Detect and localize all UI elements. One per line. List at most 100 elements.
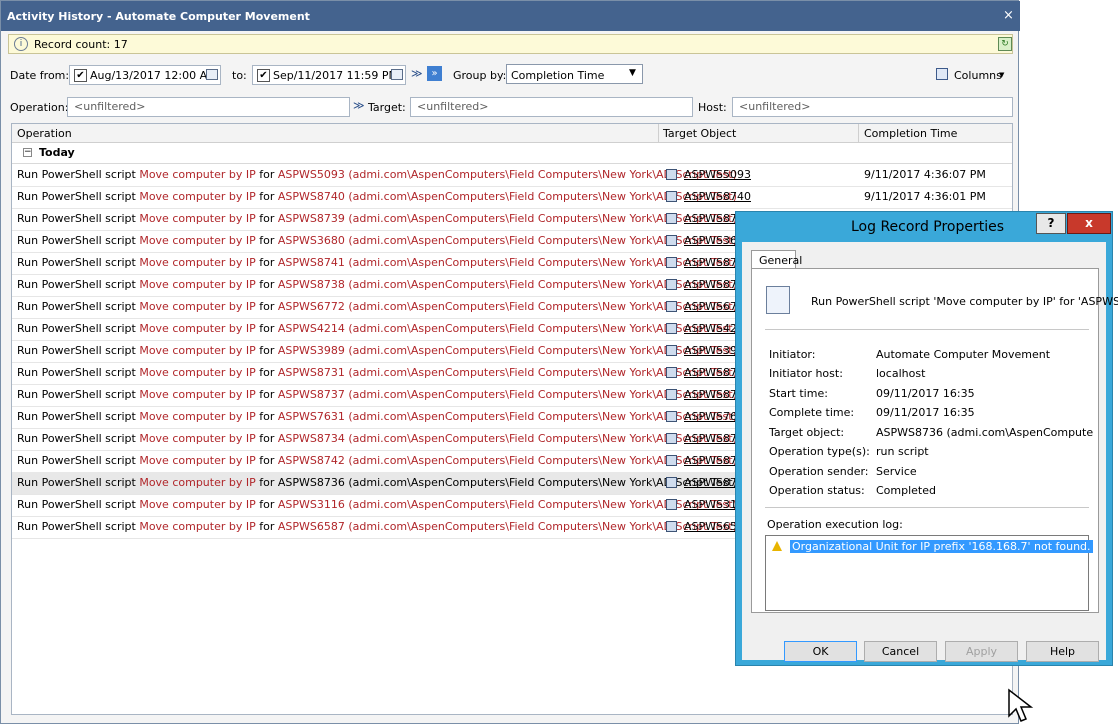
operation-for: for xyxy=(255,168,278,181)
host-filter-input[interactable]: <unfiltered> xyxy=(732,97,1013,117)
computer-icon xyxy=(666,477,677,488)
script-name: Move computer by IP xyxy=(139,520,256,533)
computer-icon xyxy=(666,499,677,510)
columns-icon[interactable] xyxy=(936,68,948,80)
operation-prefix: Run PowerShell script xyxy=(17,300,140,313)
operation-cell: Run PowerShell script Move computer by I… xyxy=(17,168,737,181)
column-header-operation[interactable]: Operation xyxy=(17,127,72,140)
operation-cell: Run PowerShell script Move computer by I… xyxy=(17,476,737,489)
computer-icon xyxy=(666,411,677,422)
date-to-label: to: xyxy=(232,69,247,82)
column-header-target-object[interactable]: Target Object xyxy=(663,127,736,140)
script-name: Move computer by IP xyxy=(139,190,256,203)
operation-cell: Run PowerShell script Move computer by I… xyxy=(17,256,737,269)
group-by-label: Group by: xyxy=(453,69,507,82)
target-filter-input[interactable]: <unfiltered> xyxy=(410,97,693,117)
prop-label-operation-status: Operation status: xyxy=(769,484,865,497)
computer-icon xyxy=(666,235,677,246)
computer-icon xyxy=(666,345,677,356)
expand-filters-icon[interactable]: ≫ xyxy=(353,99,365,112)
calendar-icon[interactable] xyxy=(206,69,218,80)
operation-prefix: Run PowerShell script xyxy=(17,366,140,379)
execution-log-message[interactable]: Organizational Unit for IP prefix '168.1… xyxy=(790,540,1093,553)
operation-cell: Run PowerShell script Move computer by I… xyxy=(17,278,737,291)
columns-button[interactable]: Columns xyxy=(954,69,1002,82)
operation-for: for xyxy=(255,454,278,467)
script-name: Move computer by IP xyxy=(139,476,256,489)
group-by-select[interactable]: Completion Time ▼ xyxy=(506,64,643,84)
table-row[interactable]: Run PowerShell script Move computer by I… xyxy=(12,164,1012,187)
operation-prefix: Run PowerShell script xyxy=(17,476,140,489)
date-from-checkbox[interactable]: ✔ xyxy=(74,69,87,82)
date-from-picker[interactable]: ✔ Aug/13/2017 12:00 AM xyxy=(69,65,221,85)
operation-cell: Run PowerShell script Move computer by I… xyxy=(17,234,737,247)
operation-prefix: Run PowerShell script xyxy=(17,256,140,269)
operation-for: for xyxy=(255,212,278,225)
collapse-icon[interactable]: − xyxy=(23,148,32,157)
column-divider[interactable] xyxy=(658,124,659,142)
title-bar: Activity History - Automate Computer Mov… xyxy=(1,1,1020,31)
help-icon[interactable]: ? xyxy=(1036,213,1066,234)
prop-value-complete-time: 09/11/2017 16:35 xyxy=(876,406,975,419)
record-count-text: Record count: 17 xyxy=(34,38,128,51)
cancel-button[interactable]: Cancel xyxy=(864,641,937,662)
column-divider[interactable] xyxy=(858,124,859,142)
apply-filter-icon[interactable]: » xyxy=(427,66,442,81)
close-icon[interactable]: × xyxy=(1003,8,1014,23)
calendar-icon[interactable] xyxy=(391,69,403,80)
operation-for: for xyxy=(255,366,278,379)
group-row-today[interactable]: − Today xyxy=(12,142,1012,164)
group-label: Today xyxy=(39,146,75,159)
operation-filter-input[interactable]: <unfiltered> xyxy=(67,97,350,117)
operation-cell: Run PowerShell script Move computer by I… xyxy=(17,410,737,423)
tab-general[interactable]: General xyxy=(751,250,802,269)
log-record-icon xyxy=(766,286,790,314)
script-name: Move computer by IP xyxy=(139,278,256,291)
divider xyxy=(765,329,1089,330)
expand-filters-icon[interactable]: ≫ xyxy=(411,67,423,80)
operation-prefix: Run PowerShell script xyxy=(17,432,140,445)
ok-button[interactable]: OK xyxy=(784,641,857,662)
computer-icon xyxy=(666,213,677,224)
script-name: Move computer by IP xyxy=(139,322,256,335)
operation-prefix: Run PowerShell script xyxy=(17,168,140,181)
prop-label-start-time: Start time: xyxy=(769,387,828,400)
operation-for: for xyxy=(255,498,278,511)
script-name: Move computer by IP xyxy=(139,300,256,313)
date-to-checkbox[interactable]: ✔ xyxy=(257,69,270,82)
computer-icon xyxy=(666,169,677,180)
operation-for: for xyxy=(255,322,278,335)
divider xyxy=(765,507,1089,508)
computer-icon xyxy=(666,455,677,466)
computer-icon xyxy=(666,257,677,268)
help-button[interactable]: Help xyxy=(1026,641,1099,662)
target-object-link[interactable]: ASPWS8740 xyxy=(684,190,751,203)
date-to-value: Sep/11/2017 11:59 PM xyxy=(273,69,398,82)
operation-for: for xyxy=(255,388,278,401)
prop-value-initiator: Automate Computer Movement xyxy=(876,348,1051,361)
script-name: Move computer by IP xyxy=(139,366,256,379)
operation-cell: Run PowerShell script Move computer by I… xyxy=(17,322,737,335)
target-object-link[interactable]: ASPWS5093 xyxy=(684,168,751,181)
operation-prefix: Run PowerShell script xyxy=(17,278,140,291)
refresh-icon[interactable]: ↻ xyxy=(998,37,1012,51)
close-icon[interactable]: x xyxy=(1067,213,1111,234)
dialog-title: Log Record Properties xyxy=(851,219,1005,235)
script-name: Move computer by IP xyxy=(139,498,256,511)
prop-label-initiator-host: Initiator host: xyxy=(769,367,843,380)
table-row[interactable]: Run PowerShell script Move computer by I… xyxy=(12,186,1012,209)
operation-cell: Run PowerShell script Move computer by I… xyxy=(17,432,737,445)
script-name: Move computer by IP xyxy=(139,256,256,269)
operation-cell: Run PowerShell script Move computer by I… xyxy=(17,454,737,467)
operation-prefix: Run PowerShell script xyxy=(17,344,140,357)
operation-for: for xyxy=(255,476,278,489)
execution-log-box[interactable]: Organizational Unit for IP prefix '168.1… xyxy=(765,535,1093,611)
column-header-completion-time[interactable]: Completion Time xyxy=(864,127,957,140)
apply-button[interactable]: Apply xyxy=(945,641,1018,662)
prop-label-operation-types: Operation type(s): xyxy=(769,445,870,458)
date-to-picker[interactable]: ✔ Sep/11/2017 11:59 PM xyxy=(252,65,406,85)
operation-prefix: Run PowerShell script xyxy=(17,520,140,533)
mouse-cursor-icon xyxy=(1008,688,1034,722)
script-name: Move computer by IP xyxy=(139,168,256,181)
computer-icon xyxy=(666,301,677,312)
